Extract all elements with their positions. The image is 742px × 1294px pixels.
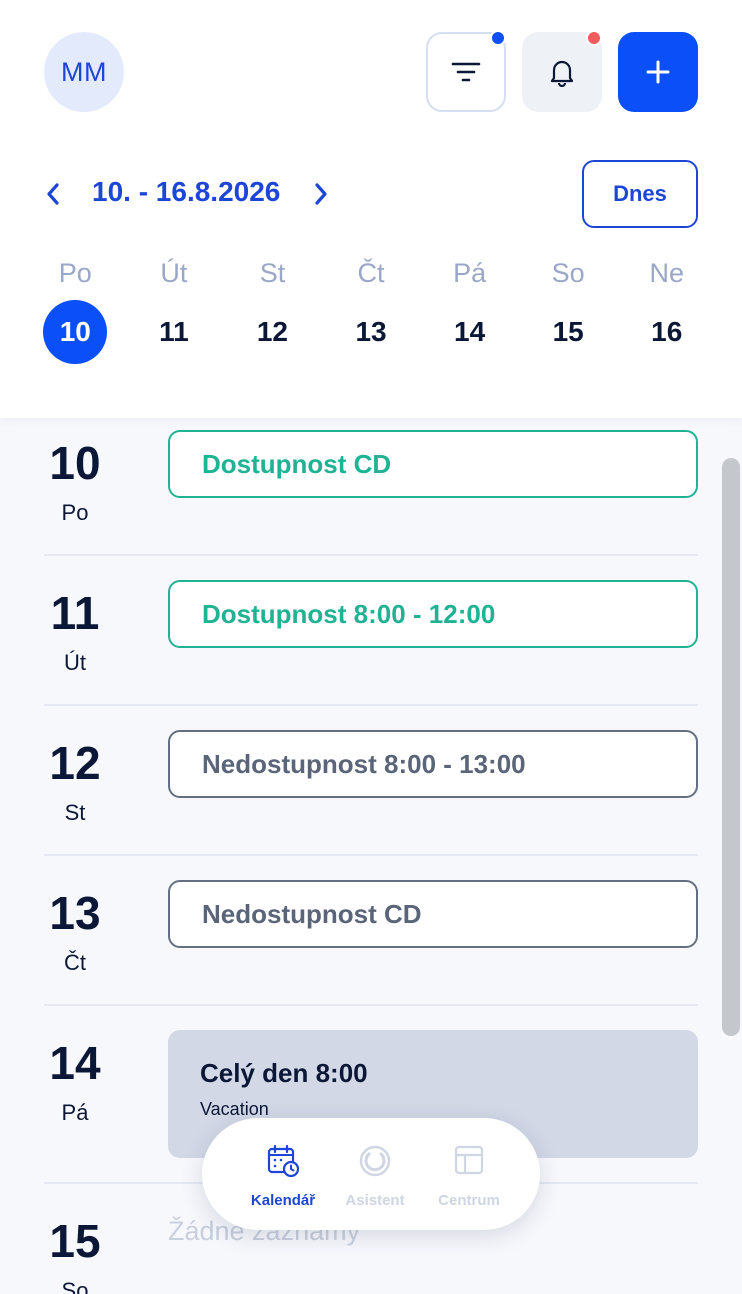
event-subtitle: Vacation: [200, 1099, 269, 1119]
agenda-day-name: Čt: [64, 950, 86, 975]
weekday-label: So: [551, 258, 585, 288]
weekday-label: Út: [160, 258, 188, 288]
tab-label: Asistent: [345, 1192, 405, 1209]
tab-label: Kalendář: [250, 1192, 316, 1209]
week-day-picker: 10 11 12 13 14 15 16: [26, 300, 716, 364]
agenda-day: 10 Po Dostupnost CD: [44, 418, 698, 556]
avatar[interactable]: MM: [44, 32, 124, 112]
previous-week-button[interactable]: [38, 178, 68, 210]
day-picker-item[interactable]: 16: [617, 300, 716, 364]
tab-center[interactable]: Centrum: [424, 1144, 514, 1209]
bell-icon: [550, 60, 574, 87]
chevron-left-icon: [47, 183, 59, 205]
weekday-label: Čt: [357, 258, 385, 288]
weekday-label: Ne: [649, 258, 685, 288]
calendar-header: MM 10. - 16.8.2026 Dnes Po Út St Čt Pá S…: [0, 0, 742, 418]
weekday-label: Po: [58, 258, 92, 288]
agenda-day-number: 13: [49, 887, 101, 939]
event-available[interactable]: Dostupnost CD: [168, 430, 698, 498]
day-picker-item[interactable]: 14: [420, 300, 519, 364]
event-available[interactable]: Dostupnost 8:00 - 12:00: [168, 580, 698, 648]
week-range-label: 10. - 16.8.2026: [92, 176, 281, 207]
calendar-icon: [267, 1144, 300, 1178]
chevron-right-icon: [315, 183, 327, 205]
event-unavailable[interactable]: Nedostupnost 8:00 - 13:00: [168, 730, 698, 798]
assistant-icon: [359, 1145, 391, 1177]
weekday-label: Pá: [453, 258, 487, 288]
event-title: Celý den 8:00: [200, 1058, 368, 1088]
agenda-day-name: Út: [64, 650, 86, 675]
plus-icon: [646, 60, 670, 84]
filter-icon: [451, 62, 481, 82]
agenda-day-number: 10: [49, 437, 101, 489]
next-week-button[interactable]: [306, 178, 336, 210]
bottom-tab-bar: Kalendář Asistent Centrum: [202, 1118, 540, 1230]
agenda-scrollbar[interactable]: [722, 458, 740, 1036]
weekday-label: St: [259, 258, 286, 288]
agenda-day: 13 Čt Nedostupnost CD: [44, 856, 698, 1006]
agenda-day-name: Pá: [61, 1100, 89, 1125]
day-picker-item[interactable]: 15: [519, 300, 618, 364]
agenda-day-name: Po: [61, 500, 89, 525]
tab-label: Centrum: [438, 1192, 500, 1209]
filter-active-dot: [490, 30, 506, 46]
weekday-header-row: Po Út St Čt Pá So Ne: [26, 258, 716, 289]
agenda-day-name: So: [61, 1278, 89, 1294]
agenda-day: 11 Út Dostupnost 8:00 - 12:00: [44, 556, 698, 706]
agenda-day-number: 11: [50, 587, 100, 639]
agenda-day: 12 St Nedostupnost 8:00 - 13:00: [44, 706, 698, 856]
agenda-day-number: 14: [49, 1037, 101, 1089]
tab-calendar[interactable]: Kalendář: [238, 1144, 328, 1209]
day-picker-item[interactable]: 11: [125, 300, 224, 364]
add-event-button[interactable]: [618, 32, 698, 112]
agenda-day-number: 15: [49, 1215, 101, 1267]
event-unavailable[interactable]: Nedostupnost CD: [168, 880, 698, 948]
day-picker-item[interactable]: 12: [223, 300, 322, 364]
day-picker-item[interactable]: 13: [322, 300, 421, 364]
layout-icon: [454, 1145, 484, 1175]
notification-badge: [586, 30, 602, 46]
day-picker-item-selected[interactable]: 10: [26, 300, 125, 364]
today-button[interactable]: Dnes: [582, 160, 698, 228]
agenda-day-number: 12: [49, 737, 101, 789]
agenda-day-name: St: [64, 800, 86, 825]
tab-assistant[interactable]: Asistent: [330, 1144, 420, 1209]
